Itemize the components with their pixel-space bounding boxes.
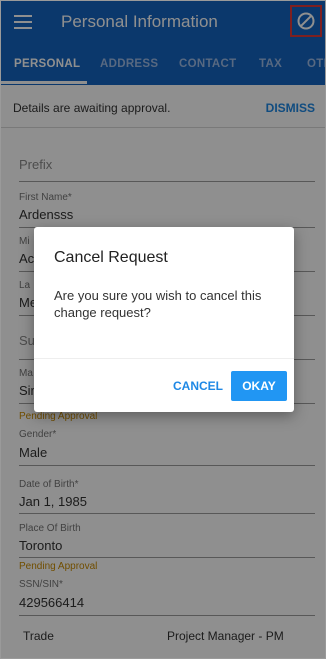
cancel-request-dialog: Cancel Request Are you sure you wish to … bbox=[34, 227, 294, 412]
okay-button[interactable]: OKAY bbox=[231, 371, 287, 401]
app-frame: Personal Information PERSONAL ADDRESS CO… bbox=[0, 0, 326, 659]
cancel-button[interactable]: CANCEL bbox=[166, 371, 230, 401]
dialog-message: Are you sure you wish to cancel this cha… bbox=[54, 288, 262, 320]
dialog-title: Cancel Request bbox=[54, 249, 168, 266]
dialog-divider bbox=[34, 358, 294, 359]
